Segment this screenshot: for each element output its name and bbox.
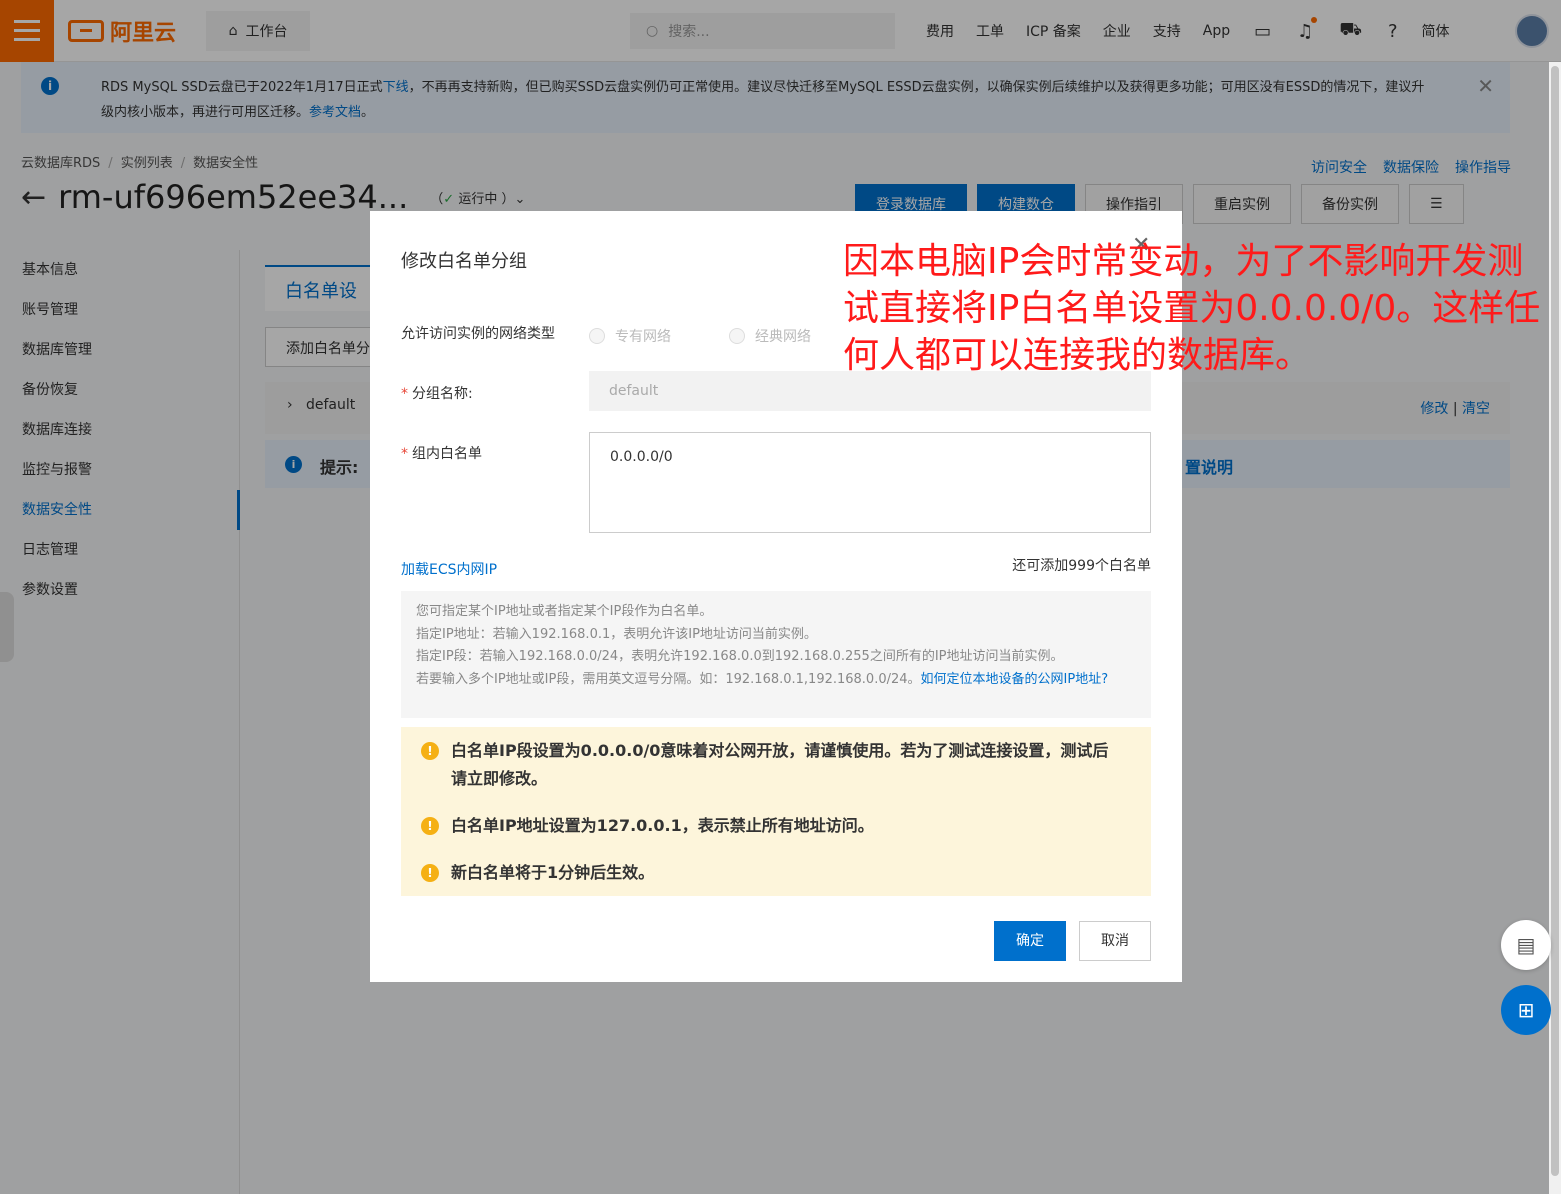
- hint-line-4-text: 若要输入多个IP地址或IP段，需用英文逗号分隔。如：192.168.0.1,19…: [416, 671, 921, 687]
- warning-text-3: 新白名单将于1分钟后生效。: [451, 863, 655, 882]
- warning-text-1: 白名单IP段设置为0.0.0.0/0意味着对公网开放，请谨慎使用。若为了测试连接…: [451, 741, 1109, 788]
- load-ecs-ip-link[interactable]: 加载ECS内网IP: [401, 559, 497, 579]
- group-name-label: * 分组名称:: [401, 386, 473, 402]
- hint-line-2: 指定IP地址：若输入192.168.0.1，表明允许该IP地址访问当前实例。: [416, 626, 817, 642]
- group-name-label-text: 分组名称:: [412, 386, 473, 402]
- hint-box: 您可指定某个IP地址或者指定某个IP段作为白名单。 指定IP地址：若输入192.…: [401, 591, 1151, 718]
- public-ip-help-link[interactable]: 如何定位本地设备的公网IP地址?: [921, 672, 1109, 687]
- warning-text-2: 白名单IP地址设置为127.0.0.1，表示禁止所有地址访问。: [451, 816, 874, 835]
- network-type-label: 允许访问实例的网络类型: [401, 326, 555, 342]
- warning-icon: !: [421, 864, 439, 882]
- confirm-button[interactable]: 确定: [994, 921, 1066, 961]
- warning-icon: !: [421, 742, 439, 760]
- radio-vpc[interactable]: 专有网络: [589, 326, 671, 346]
- radio-classic[interactable]: 经典网络: [729, 326, 811, 346]
- cancel-button[interactable]: 取消: [1079, 921, 1151, 961]
- apps-grid-icon[interactable]: ⊞: [1501, 985, 1551, 1035]
- dialog-title: 修改白名单分组: [401, 251, 527, 272]
- radio-vpc-label: 专有网络: [615, 329, 671, 345]
- hint-line-4: 若要输入多个IP地址或IP段，需用英文逗号分隔。如：192.168.0.1,19…: [416, 669, 1136, 692]
- warning-item-2: ! 白名单IP地址设置为127.0.0.1，表示禁止所有地址访问。: [421, 812, 1121, 840]
- chat-icon[interactable]: ▤: [1501, 920, 1551, 970]
- scrollbar-thumb[interactable]: [1551, 66, 1559, 1176]
- radio-classic-label: 经典网络: [755, 329, 811, 345]
- whitelist-label: * 组内白名单: [401, 446, 482, 462]
- radio-circle: [589, 328, 605, 344]
- hint-line-3: 指定IP段：若输入192.168.0.0/24，表明允许192.168.0.0到…: [416, 649, 1064, 664]
- warning-item-1: ! 白名单IP段设置为0.0.0.0/0意味着对公网开放，请谨慎使用。若为了测试…: [421, 737, 1121, 793]
- warning-box: ! 白名单IP段设置为0.0.0.0/0意味着对公网开放，请谨慎使用。若为了测试…: [401, 727, 1151, 896]
- hint-line-1: 您可指定某个IP地址或者指定某个IP段作为白名单。: [416, 604, 713, 619]
- whitelist-label-text: 组内白名单: [412, 446, 482, 462]
- warning-item-3: ! 新白名单将于1分钟后生效。: [421, 859, 1121, 887]
- scrollbar[interactable]: [1549, 62, 1561, 1194]
- whitelist-textarea[interactable]: 0.0.0.0/0: [589, 432, 1151, 533]
- warning-icon: !: [421, 817, 439, 835]
- radio-circle: [729, 328, 745, 344]
- red-annotation-text: 因本电脑IP会时常变动，为了不影响开发测试直接将IP白名单设置为0.0.0.0/…: [843, 241, 1541, 376]
- remaining-count: 还可添加999个白名单: [1012, 558, 1151, 574]
